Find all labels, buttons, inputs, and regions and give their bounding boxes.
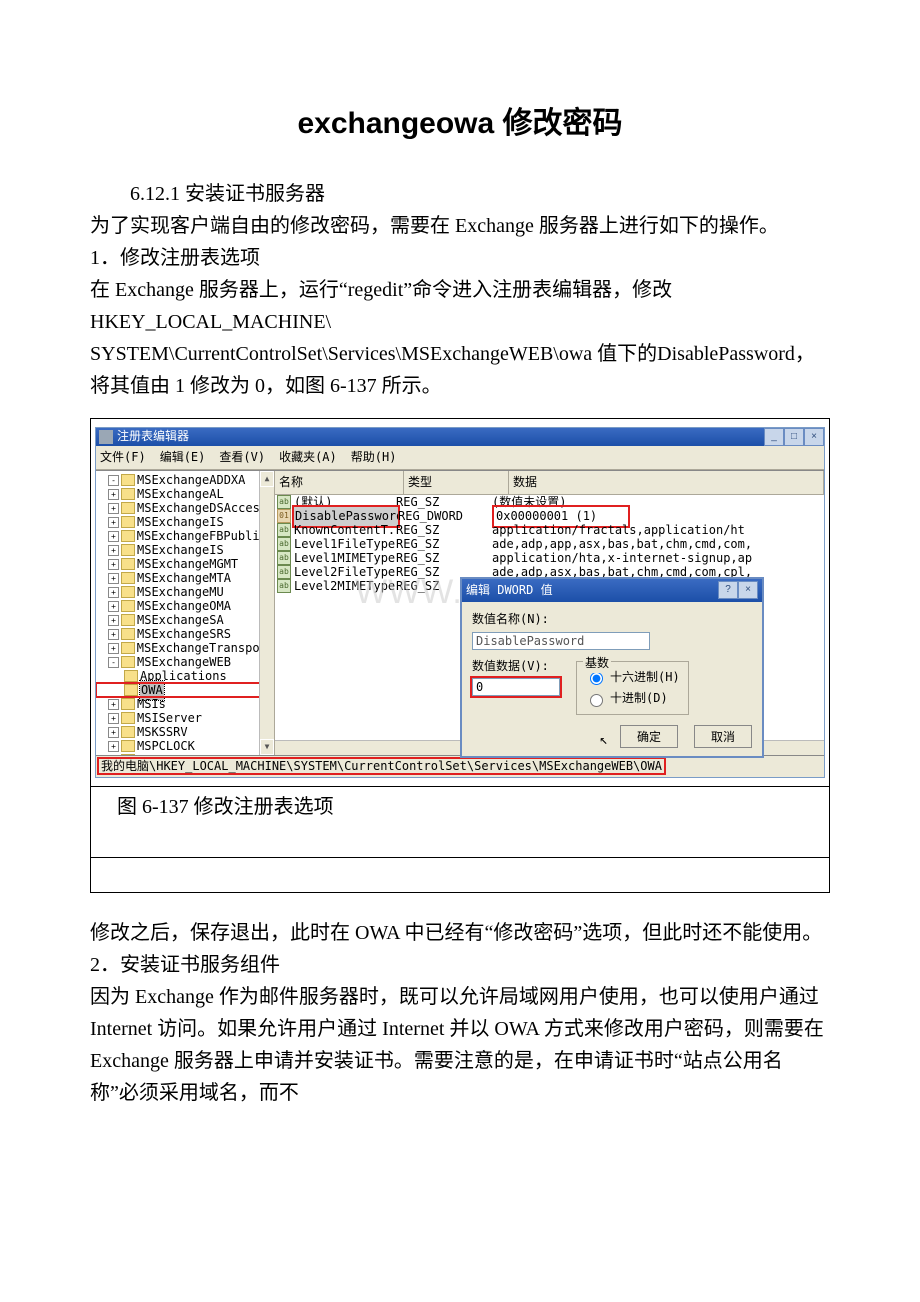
step-heading: 1．修改注册表选项 [90, 242, 830, 274]
section-heading: 6.12.1 安装证书服务器 [90, 178, 830, 210]
col-name[interactable]: 名称 [275, 471, 404, 494]
step-heading: 2．安装证书服务组件 [90, 949, 830, 981]
menu-edit[interactable]: 编辑(E) [160, 448, 206, 467]
menu-file[interactable]: 文件(F) [100, 448, 146, 467]
dialog-title: 编辑 DWORD 值 [466, 581, 553, 600]
figure-container: 注册表编辑器 _ □ × 文件(F) 编辑(E) 查看(V) 收藏夹(A) 帮助… [90, 418, 830, 893]
window-title: 注册表编辑器 [117, 427, 189, 446]
dialog-help-button[interactable]: ? [718, 581, 738, 599]
statusbar-path: 我的电脑\HKEY_LOCAL_MACHINE\SYSTEM\CurrentCo… [99, 759, 664, 773]
doc-title: exchangeowa 修改密码 [90, 100, 830, 148]
ok-button[interactable]: 确定 [620, 725, 678, 747]
radio-dec[interactable] [590, 694, 603, 707]
cancel-button[interactable]: 取消 [694, 725, 752, 747]
menu-bar: 文件(F) 编辑(E) 查看(V) 收藏夹(A) 帮助(H) [96, 446, 824, 470]
dialog-titlebar: 编辑 DWORD 值 ? × [462, 579, 762, 602]
tree-scrollbar[interactable]: ▲ ▼ [259, 471, 274, 755]
paragraph: 修改之后，保存退出，此时在 OWA 中已经有“修改密码”选项，但此时还不能使用。 [90, 917, 830, 949]
radio-hex-label: 十六进制(H) [610, 668, 680, 687]
close-button[interactable]: × [804, 428, 824, 446]
col-type[interactable]: 类型 [404, 471, 509, 494]
data-input[interactable] [472, 678, 560, 696]
menu-favorites[interactable]: 收藏夹(A) [279, 448, 337, 467]
base-label: 基数 [583, 654, 611, 673]
data-label: 数值数据(V): [472, 657, 560, 676]
name-label: 数值名称(N): [472, 610, 752, 629]
minimize-button[interactable]: _ [764, 428, 784, 446]
list-header: 名称 类型 数据 [275, 471, 824, 495]
window-titlebar: 注册表编辑器 _ □ × [96, 428, 824, 446]
base-group: 基数 十六进制(H) 十进制(D) [576, 661, 689, 715]
paragraph: 因为 Exchange 作为邮件服务器时，既可以允许局域网用户使用，也可以使用户… [90, 981, 830, 1109]
cursor-icon: ↖ [600, 729, 608, 751]
radio-dec-label: 十进制(D) [610, 689, 668, 708]
app-icon [99, 430, 113, 444]
registry-tree[interactable]: -MSExchangeADDXA +MSExchangeAL +MSExchan… [96, 471, 275, 755]
document-page: exchangeowa 修改密码 6.12.1 安装证书服务器 为了实现客户端自… [0, 0, 920, 1169]
maximize-button[interactable]: □ [784, 428, 804, 446]
tree-item[interactable]: MSPQM [137, 751, 173, 756]
dialog-close-button[interactable]: × [738, 581, 758, 599]
regedit-window: 注册表编辑器 _ □ × 文件(F) 编辑(E) 查看(V) 收藏夹(A) 帮助… [95, 427, 825, 778]
window-buttons: _ □ × [764, 428, 824, 446]
figure-caption: 图 6-137 修改注册表选项 [91, 787, 829, 858]
registry-values: 名称 类型 数据 ab(默认)REG_SZ(数值未设置) 01DisablePa… [275, 471, 824, 755]
menu-view[interactable]: 查看(V) [219, 448, 265, 467]
radio-hex[interactable] [590, 672, 603, 685]
paragraph: 在 Exchange 服务器上，运行“regedit”命令进入注册表编辑器，修改… [90, 274, 830, 338]
paragraph: SYSTEM\CurrentControlSet\Services\MSExch… [90, 338, 830, 402]
col-data[interactable]: 数据 [509, 471, 824, 494]
menu-help[interactable]: 帮助(H) [351, 448, 397, 467]
statusbar: 我的电脑\HKEY_LOCAL_MACHINE\SYSTEM\CurrentCo… [96, 755, 824, 777]
paragraph: 为了实现客户端自由的修改密码，需要在 Exchange 服务器上进行如下的操作。 [90, 210, 830, 242]
edit-dword-dialog: 编辑 DWORD 值 ? × 数值名称(N): [460, 577, 764, 757]
blank-row [91, 858, 829, 892]
name-input[interactable] [472, 632, 650, 650]
